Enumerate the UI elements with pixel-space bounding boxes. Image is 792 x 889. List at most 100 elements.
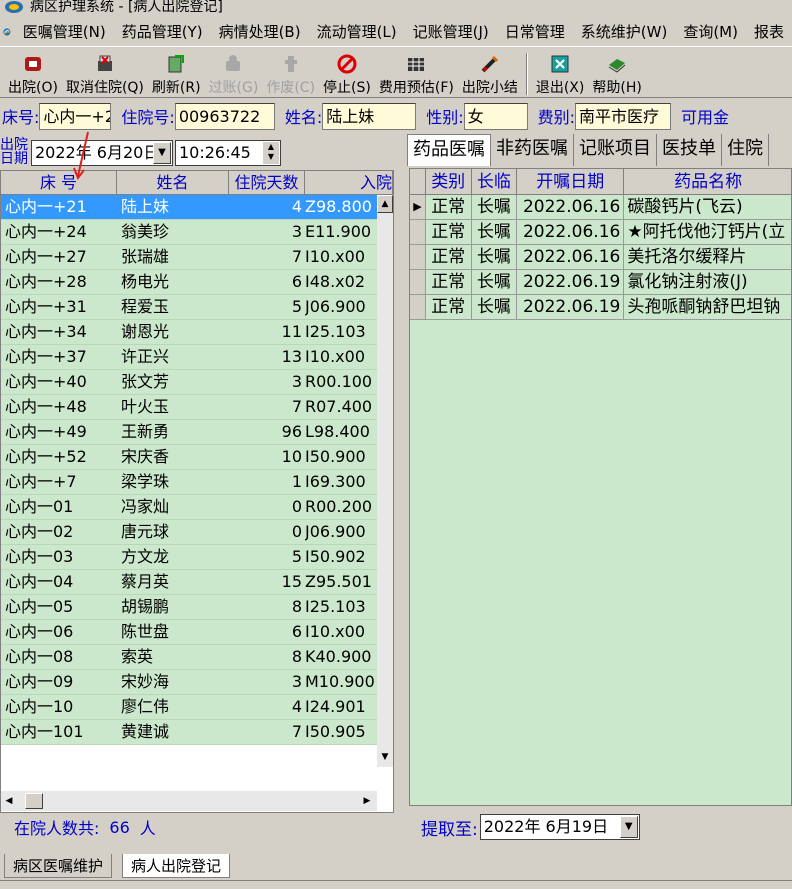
col-indicator [410,169,426,194]
discharge-time-field[interactable]: 10:26:45 ▲ ▼ [175,140,281,166]
menu-doctor-orders[interactable]: 医嘱管理(N) [15,18,114,46]
table-row[interactable]: ▶ 正常 长嘱 2022.06.16 碳酸钙片(飞云) [410,195,791,220]
refresh-button[interactable]: 刷新(R) [148,51,205,97]
table-row[interactable]: 正常 长嘱 2022.06.19 头孢哌酮钠舒巴坦钠 [410,295,791,320]
exit-button[interactable]: 退出(X) [532,51,589,97]
col-bed[interactable]: 床 号 [1,171,117,194]
discharge-date-picker[interactable]: 2022年 6月20日 ▼ [31,140,173,166]
col-admission[interactable]: 入院 [305,171,393,194]
extract-date-picker[interactable]: 2022年 6月19日 ▼ [479,814,640,840]
menu-system[interactable]: 系统维护(W) [573,18,676,46]
table-row[interactable]: 心内一101 黄建诚 7 I50.905 [1,720,377,745]
tab-medical-tech[interactable]: 医技单 [657,134,722,166]
window-title: 病区护理系统 - [病人出院登记] [30,0,223,15]
fee-type-field[interactable]: 南平市医疗 [575,102,672,130]
col-category[interactable]: 类别 [426,169,472,194]
bed-cell: 心内一+31 [5,297,87,316]
chevron-down-icon[interactable]: ▼ [619,816,638,838]
name-cell: 叶火玉 [121,397,170,416]
bed-field[interactable]: 心内一+21 [39,102,112,130]
table-row[interactable]: 心内一+7 梁学珠 1 I69.300 [1,470,377,495]
table-row[interactable]: 心内一02 唐元球 0 J06.900 [1,520,377,545]
table-row[interactable]: 心内一+49 王新勇 96 L98.400 [1,420,377,445]
table-row[interactable]: 正常 长嘱 2022.06.19 氯化钠注射液(J) [410,270,791,295]
menu-accounting[interactable]: 记账管理(J) [405,18,497,46]
patient-vertical-scrollbar[interactable]: ▲ ▼ [377,195,393,767]
col-order-date[interactable]: 开嘱日期 [517,169,625,194]
inpatient-no-field[interactable]: 00963722 [174,102,275,130]
discharge-button[interactable]: 出院(O) [4,51,62,97]
table-row[interactable]: 正常 长嘱 2022.06.16 ★阿托伐他汀钙片(立 [410,220,791,245]
sex-field[interactable]: 女 [463,102,528,130]
table-row[interactable]: 心内一06 陈世盘 6 I10.x00 [1,620,377,645]
patient-table-header: 床 号 姓名 住院天数 入院 [1,171,393,195]
menu-query[interactable]: 查询(M) [675,18,746,46]
menu-bar: 医嘱管理(N) 药品管理(Y) 病情处理(B) 流动管理(L) 记账管理(J) … [0,17,792,47]
tab-billing-items[interactable]: 记账项目 [574,134,657,166]
name-cell: 蔡月英 [121,572,170,591]
table-row[interactable]: 心内一+24 翁美珍 3 E11.900 [1,220,377,245]
table-row[interactable]: 心内一+34 谢恩光 11 I25.103 [1,320,377,345]
table-row[interactable]: 心内一+27 张瑞雄 7 I10.x00 [1,245,377,270]
drug-name-cell: 碳酸钙片(飞云) [624,195,791,219]
name-cell: 谢恩光 [121,322,170,341]
help-button[interactable]: 帮助(H) [588,51,645,97]
orders-table-header: 类别 长临 开嘱日期 药品名称 [410,169,791,195]
table-row[interactable]: 心内一09 宋妙海 3 M10.900 [1,670,377,695]
bed-cell: 心内一+28 [5,272,87,291]
table-row[interactable]: 心内一01 冯家灿 0 R00.200 [1,495,377,520]
chevron-down-icon[interactable]: ▼ [153,142,171,164]
menu-flow[interactable]: 流动管理(L) [309,18,405,46]
scroll-up-button[interactable]: ▲ [377,195,393,213]
bed-cell: 心内一01 [5,497,74,516]
table-row[interactable]: 心内一+28 杨电光 6 I48.x02 [1,270,377,295]
table-row[interactable]: 心内一+48 叶火玉 7 R07.400 [1,395,377,420]
time-spinner-icon[interactable]: ▲ ▼ [263,142,279,164]
table-row[interactable]: 心内一05 胡锡鹏 8 I25.103 [1,595,377,620]
menu-reports[interactable]: 报表 [746,18,792,46]
days-cell: 0 [291,497,302,516]
table-row[interactable]: 心内一+21 陆上妹 4 Z98.800 [1,195,377,220]
category-cell: 正常 [426,270,472,294]
void-button[interactable]: 作废(C) [262,51,319,97]
col-name[interactable]: 姓名 [117,171,229,194]
name-cell: 杨电光 [121,272,170,291]
title-bar: 病区护理系统 - [病人出院登记] [0,0,792,16]
table-row[interactable]: 心内一+31 程爱玉 5 J06.900 [1,295,377,320]
days-cell: 3 [291,222,302,241]
table-row[interactable]: 心内一04 蔡月英 15 Z95.501 [1,570,377,595]
discharge-summary-button[interactable]: 出院小结 [458,51,522,97]
table-row[interactable]: 心内一08 索英 8 K40.900 [1,645,377,670]
admission-cell: I50.902 [305,547,366,566]
tab-inpatient[interactable]: 住院 [722,134,769,166]
tab-ward-orders[interactable]: 病区医嘱维护 [4,854,113,878]
tab-discharge-registration[interactable]: 病人出院登记 [122,854,231,878]
tab-drug-orders[interactable]: 药品医嘱 [407,134,491,166]
stop-button[interactable]: 停止(S) [319,51,375,97]
name-field[interactable]: 陆上妹 [322,102,417,130]
menu-drugs[interactable]: 药品管理(Y) [114,18,211,46]
col-days[interactable]: 住院天数 [229,171,305,194]
menu-daily[interactable]: 日常管理 [497,18,573,46]
table-row[interactable]: 心内一03 方文龙 5 I50.902 [1,545,377,570]
table-row[interactable]: 心内一10 廖仁伟 4 I24.901 [1,695,377,720]
table-row[interactable]: 心内一+40 张文芳 3 R00.100 [1,370,377,395]
name-cell: 陈世盘 [121,622,170,641]
table-row[interactable]: 心内一+52 宋庆香 10 I50.900 [1,445,377,470]
scroll-down-button[interactable]: ▼ [377,749,393,767]
table-row[interactable]: 正常 长嘱 2022.06.16 美托洛尔缓释片 [410,245,791,270]
days-cell: 6 [291,272,302,291]
cancel-hospitalization-button[interactable]: 取消住院(Q) [62,51,148,97]
tab-non-drug-orders[interactable]: 非药医嘱 [491,134,574,166]
drug-name-cell: ★阿托伐他汀钙片(立 [624,220,791,244]
days-cell: 4 [291,697,302,716]
menu-conditions[interactable]: 病情处理(B) [211,18,309,46]
row-indicator [410,270,426,294]
cost-estimate-button[interactable]: 费用预估(F) [375,51,458,97]
posting-button[interactable]: 过账(G) [205,51,263,97]
bed-cell: 心内一+52 [5,447,87,466]
table-row[interactable]: 心内一+37 许正兴 13 I10.x00 [1,345,377,370]
col-long-temp[interactable]: 长临 [472,169,518,194]
extract-label: 提取至: [421,819,478,840]
col-drug-name[interactable]: 药品名称 [624,169,791,194]
